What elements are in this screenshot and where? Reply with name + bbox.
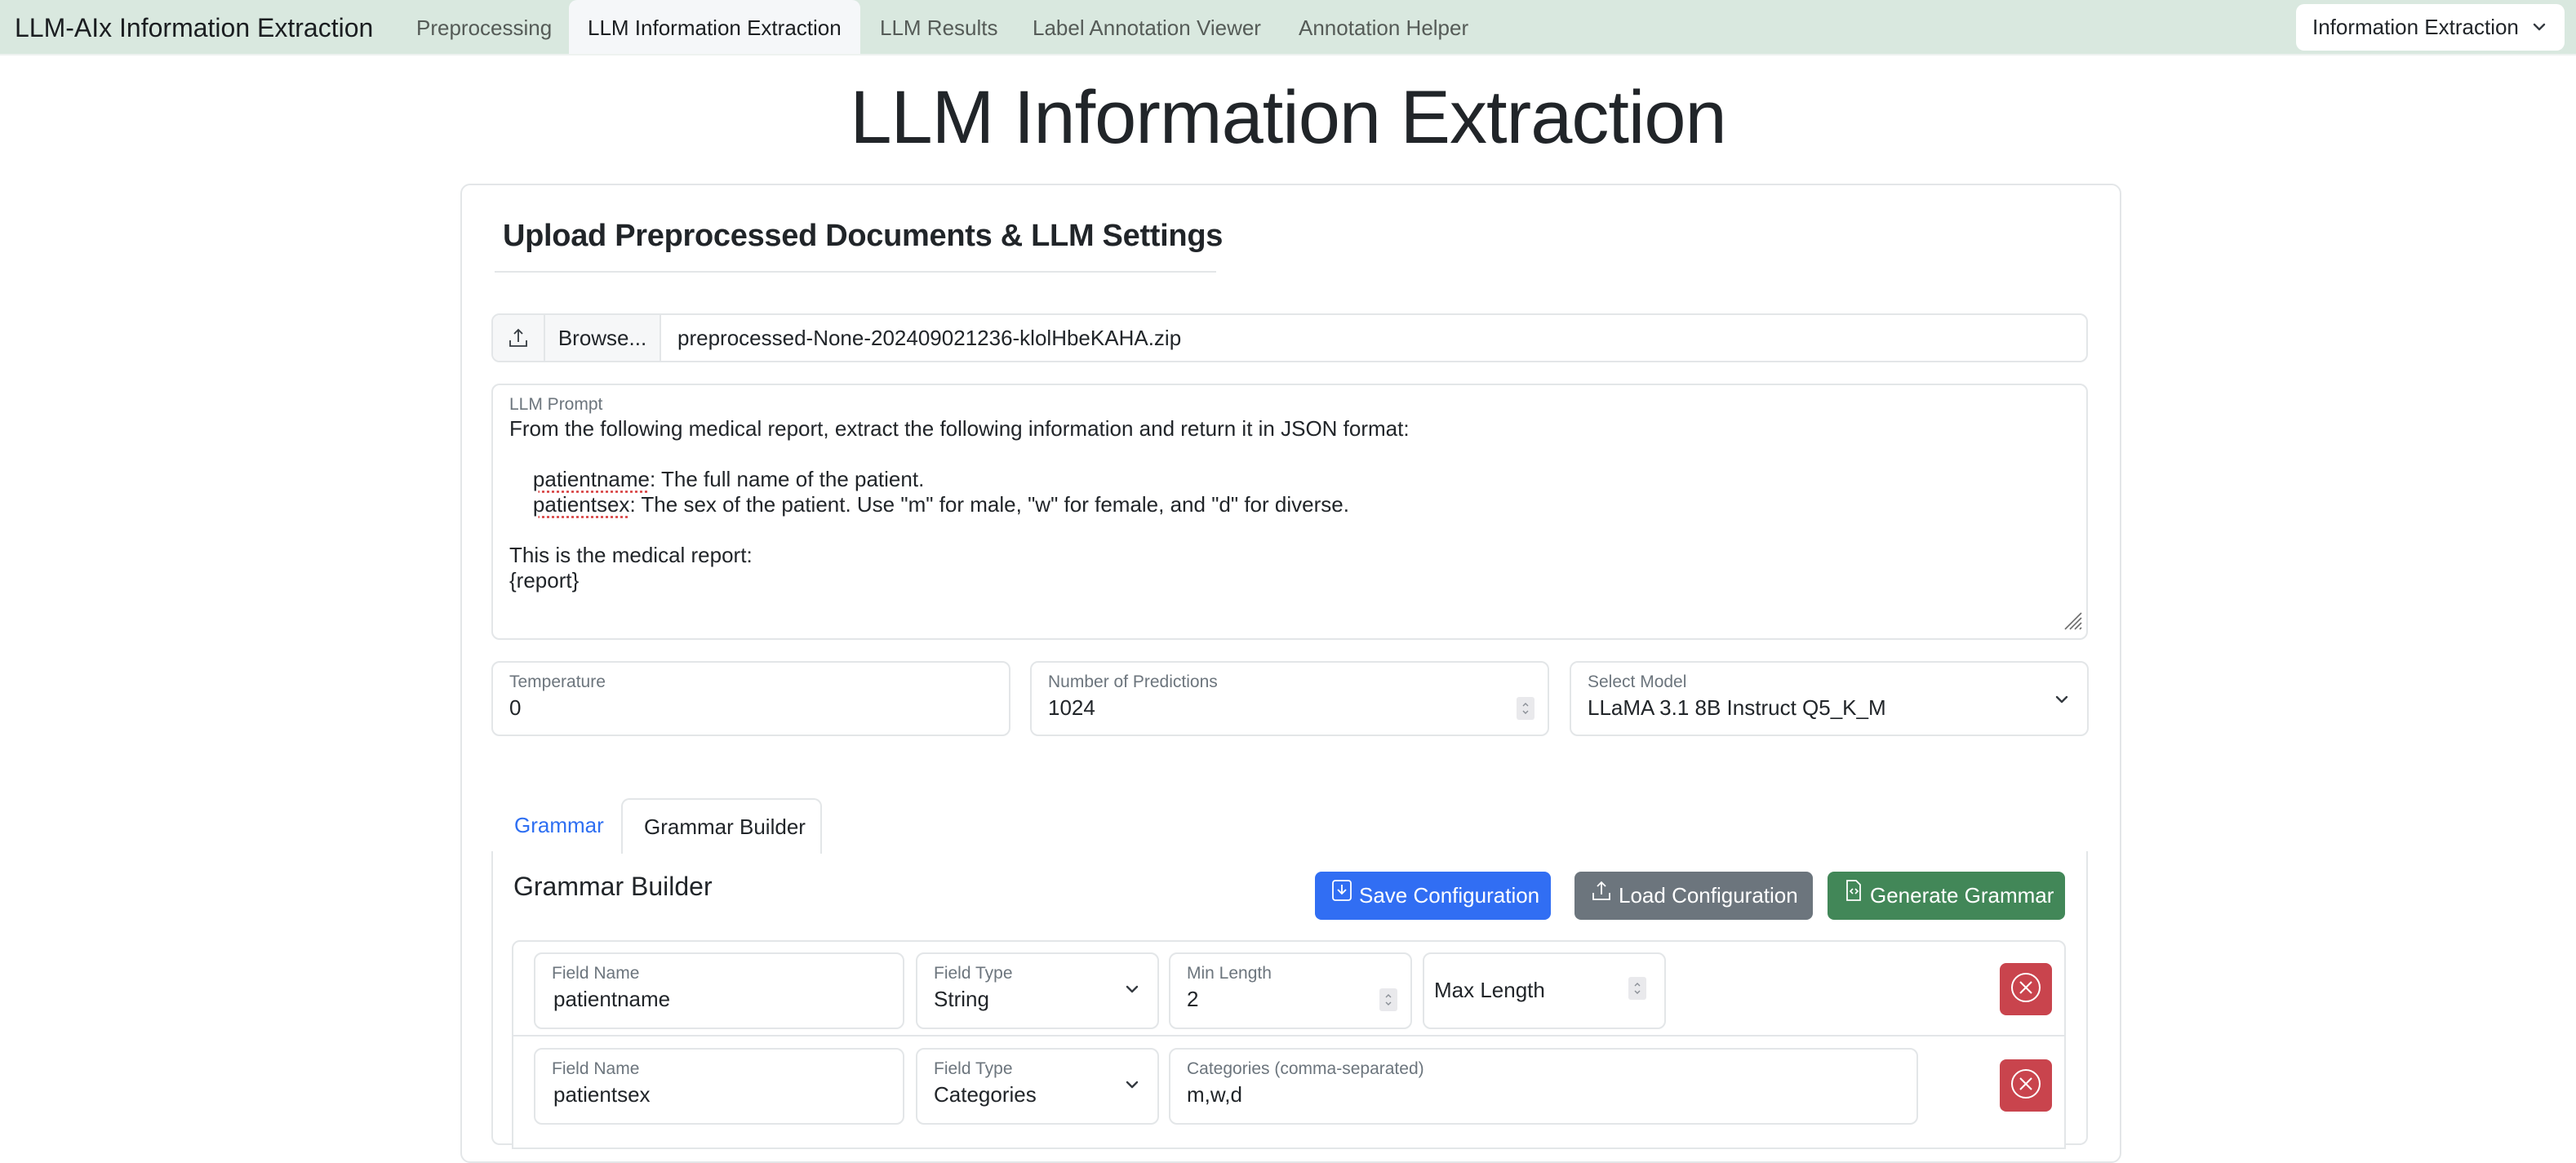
generate-grammar-label: Generate Grammar	[1870, 883, 2054, 908]
field-type-label: Field Type	[934, 964, 1013, 983]
mode-select-value: Information Extraction	[2312, 15, 2519, 39]
prompt-key-patientsex: patientsex	[532, 492, 630, 517]
field-name-label: Field Name	[552, 1059, 640, 1078]
page-title: LLM Information Extraction	[850, 76, 1726, 159]
prompt-key-patientname: patientname	[532, 467, 651, 491]
upload-icon	[1591, 872, 1612, 920]
select-model-dropdown[interactable]: Select Model LLaMA 3.1 8B Instruct Q5_K_…	[1570, 661, 2089, 736]
temperature-input[interactable]: Temperature 0	[491, 661, 1010, 736]
select-model-label: Select Model	[1588, 672, 1687, 691]
field-name-label: Field Name	[552, 964, 640, 983]
upload-icon[interactable]	[493, 315, 545, 361]
prompt-line-1: From the following medical report, extra…	[509, 416, 1410, 441]
section-title: Upload Preprocessed Documents & LLM Sett…	[503, 219, 1224, 253]
select-model-value: LLaMA 3.1 8B Instruct Q5_K_M	[1588, 695, 1886, 720]
prompt-line-4: This is the medical report:	[509, 543, 753, 567]
max-length-placeholder: Max Length	[1434, 978, 1545, 1002]
categories-label: Categories (comma-separated)	[1187, 1059, 1424, 1078]
chevron-down-icon	[1125, 1077, 1139, 1096]
field-type-label: Field Type	[934, 1059, 1013, 1078]
field-type-value: Categories	[934, 1082, 1037, 1107]
number-spinner[interactable]	[1628, 977, 1646, 1000]
nav-item-llm-information-extraction[interactable]: LLM Information Extraction	[569, 0, 860, 54]
min-length-label: Min Length	[1187, 964, 1272, 983]
field-type-value: String	[934, 987, 989, 1011]
prompt-line-2: : The full name of the patient.	[650, 467, 925, 491]
tab-grammar[interactable]: Grammar	[493, 798, 625, 852]
temperature-value: 0	[509, 695, 522, 720]
min-length-value: 2	[1187, 987, 1199, 1011]
chevron-down-icon	[2532, 4, 2547, 67]
field-name-value: patientsex	[553, 1082, 651, 1107]
field-name-input[interactable]: Field Name patientname	[534, 952, 904, 1029]
nav-item-llm-results[interactable]: LLM Results	[861, 0, 1017, 54]
number-of-predictions-input[interactable]: Number of Predictions 1024	[1030, 661, 1549, 736]
section-divider	[495, 271, 1216, 273]
nav-item-annotation-helper[interactable]: Annotation Helper	[1280, 0, 1487, 54]
number-spinner[interactable]	[1379, 988, 1397, 1011]
field-name-input[interactable]: Field Name patientsex	[534, 1048, 904, 1125]
llm-prompt-textarea[interactable]: LLM Prompt From the following medical re…	[491, 384, 2088, 640]
mode-select[interactable]: Information Extraction	[2296, 4, 2565, 51]
field-name-value: patientname	[553, 987, 671, 1011]
load-configuration-label: Load Configuration	[1619, 883, 1798, 908]
nav-item-preprocessing[interactable]: Preprocessing	[398, 0, 571, 54]
llm-prompt-text[interactable]: From the following medical report, extra…	[509, 416, 1410, 593]
number-of-predictions-value: 1024	[1048, 695, 1095, 720]
file-code-icon	[1844, 872, 1863, 920]
prompt-line-3: : The sex of the patient. Use "m" for ma…	[629, 492, 1349, 517]
navbar: LLM-AIx Information Extraction Preproces…	[0, 0, 2576, 55]
generate-grammar-button[interactable]: Generate Grammar	[1828, 872, 2065, 920]
min-length-input[interactable]: Min Length 2	[1169, 952, 1412, 1029]
llm-prompt-label: LLM Prompt	[509, 395, 603, 414]
grammar-builder-title: Grammar Builder	[513, 872, 713, 901]
delete-field-button[interactable]	[2000, 1059, 2052, 1112]
chevron-down-icon	[2054, 692, 2069, 711]
field-type-select[interactable]: Field Type Categories	[916, 1048, 1159, 1125]
temperature-label: Temperature	[509, 672, 606, 691]
x-circle-icon	[2010, 1068, 2042, 1104]
max-length-input[interactable]: Max Length	[1423, 952, 1666, 1029]
save-icon	[1331, 872, 1352, 920]
number-spinner[interactable]	[1517, 697, 1534, 720]
file-upload-input[interactable]: Browse... preprocessed-None-202409021236…	[491, 313, 2088, 362]
selected-file-name: preprocessed-None-202409021236-klolHbeKA…	[677, 326, 1182, 350]
save-configuration-button[interactable]: Save Configuration	[1315, 872, 1551, 920]
categories-input[interactable]: Categories (comma-separated) m,w,d	[1169, 1048, 1918, 1125]
load-configuration-button[interactable]: Load Configuration	[1574, 872, 1813, 920]
brand-title[interactable]: LLM-AIx Information Extraction	[15, 13, 373, 43]
x-circle-icon	[2010, 971, 2042, 1008]
field-type-select[interactable]: Field Type String	[916, 952, 1159, 1029]
prompt-line-5: {report}	[509, 568, 580, 593]
tab-grammar-builder[interactable]: Grammar Builder	[621, 798, 822, 854]
resize-handle-icon[interactable]	[2063, 611, 2083, 635]
save-configuration-label: Save Configuration	[1359, 883, 1540, 908]
categories-value: m,w,d	[1187, 1082, 1242, 1107]
browse-button[interactable]: Browse...	[545, 315, 661, 361]
number-of-predictions-label: Number of Predictions	[1048, 672, 1218, 691]
chevron-down-icon	[1125, 982, 1139, 1001]
delete-field-button[interactable]	[2000, 963, 2052, 1015]
nav-item-label-annotation-viewer[interactable]: Label Annotation Viewer	[1014, 0, 1280, 54]
